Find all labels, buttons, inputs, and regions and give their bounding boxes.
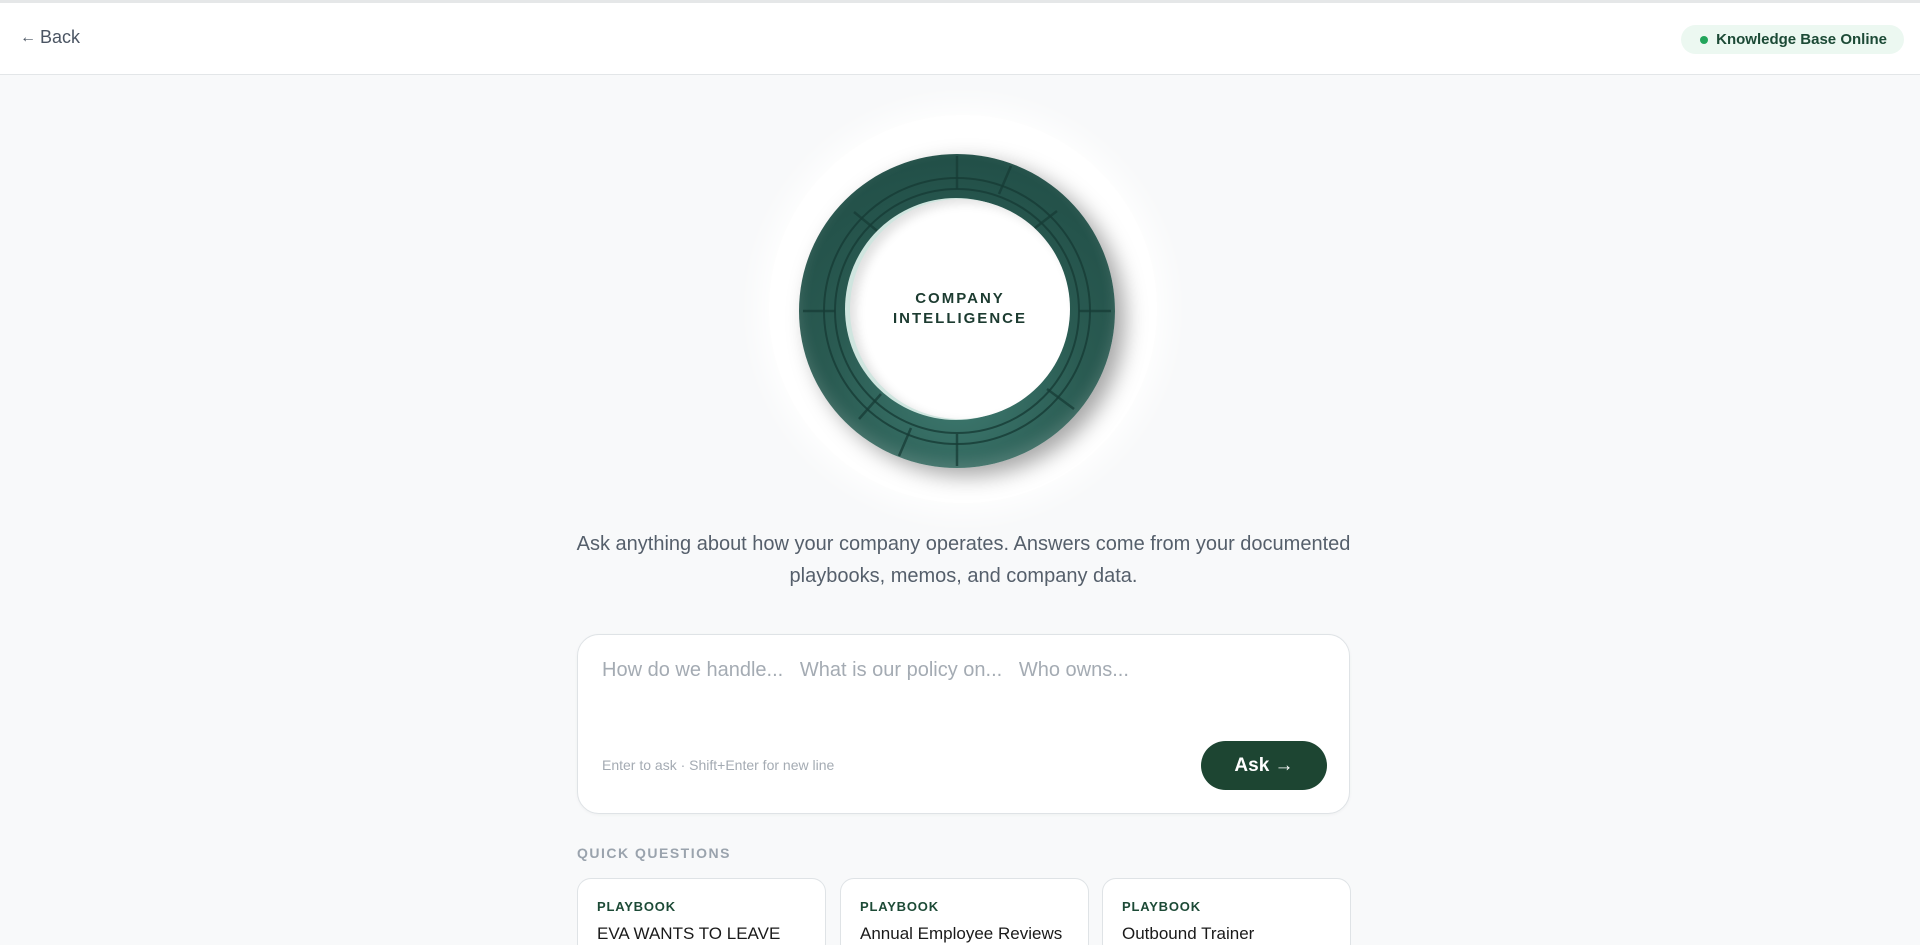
card-category: PLAYBOOK bbox=[1122, 899, 1201, 914]
back-button[interactable]: ← Back bbox=[20, 27, 80, 48]
quick-question-card[interactable]: PLAYBOOK Outbound Trainer bbox=[1102, 878, 1351, 945]
card-title: EVA WANTS TO LEAVE bbox=[597, 924, 781, 943]
ask-panel: Enter to ask · Shift+Enter for new line … bbox=[577, 634, 1350, 814]
orb-title-line1: COMPANY bbox=[915, 290, 1005, 307]
company-intelligence-orb: COMPANY INTELLIGENCE bbox=[799, 154, 1115, 468]
back-label: Back bbox=[40, 27, 81, 47]
question-input[interactable] bbox=[602, 659, 1322, 719]
keyboard-hint: Enter to ask · Shift+Enter for new line bbox=[602, 757, 835, 773]
card-category: PLAYBOOK bbox=[597, 899, 676, 914]
arrow-left-icon: ← bbox=[20, 28, 36, 46]
card-title: Outbound Trainer bbox=[1122, 924, 1255, 943]
card-category: PLAYBOOK bbox=[860, 899, 939, 914]
status-label: Knowledge Base Online bbox=[1716, 31, 1887, 48]
quick-question-card[interactable]: PLAYBOOK EVA WANTS TO LEAVE bbox=[577, 878, 826, 945]
quick-questions-list: PLAYBOOK EVA WANTS TO LEAVE PLAYBOOK Ann… bbox=[577, 878, 1351, 945]
ask-button[interactable]: Ask → bbox=[1201, 741, 1327, 790]
top-bar: ← Back Knowledge Base Online bbox=[0, 3, 1920, 75]
status-dot-icon bbox=[1700, 35, 1709, 44]
orb-center-label: COMPANY INTELLIGENCE bbox=[850, 199, 1070, 419]
status-badge: Knowledge Base Online bbox=[1681, 25, 1904, 54]
card-title: Annual Employee Reviews bbox=[860, 924, 1063, 943]
orb-title-line2: INTELLIGENCE bbox=[892, 310, 1027, 327]
quick-questions-heading: QUICK QUESTIONS bbox=[577, 845, 731, 861]
quick-question-card[interactable]: PLAYBOOK Annual Employee Reviews bbox=[840, 878, 1089, 945]
intro-text: Ask anything about how your company oper… bbox=[576, 533, 1351, 587]
